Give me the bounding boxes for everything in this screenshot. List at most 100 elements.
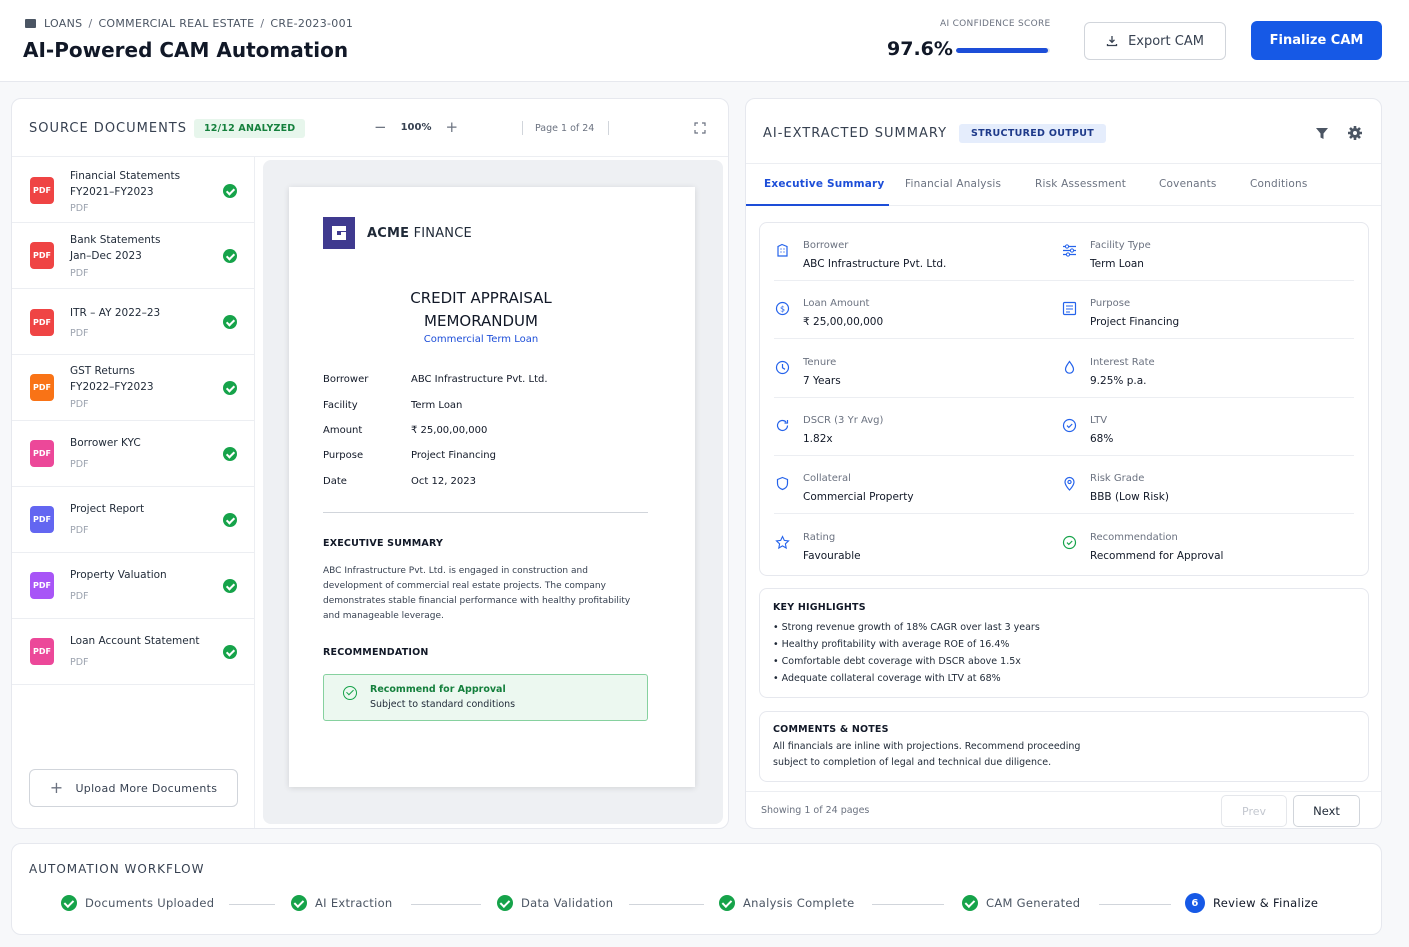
- source-documents-panel: SOURCE DOCUMENTS 12/12 ANALYZED − 100% +…: [11, 98, 729, 829]
- prev-button[interactable]: Prev: [1221, 795, 1287, 827]
- document-type: PDF: [70, 657, 89, 668]
- breadcrumb-item-category[interactable]: COMMERCIAL REAL ESTATE: [98, 17, 254, 30]
- step-label: Review & Finalize: [1213, 896, 1319, 910]
- workflow-step-documents-uploaded: Documents Uploaded: [61, 895, 214, 911]
- pdf-icon: PDF: [30, 309, 54, 336]
- upload-label: Upload More Documents: [75, 781, 218, 795]
- document-name: Loan Account Statement: [70, 635, 200, 647]
- summary-row: $ Loan Amount ₹ 25,00,00,000 Purpose Pro…: [760, 281, 1368, 339]
- document-item-project-report[interactable]: PDF Project Report PDF: [12, 487, 254, 553]
- pdf-icon: PDF: [30, 242, 54, 269]
- zoom-in-button[interactable]: +: [445, 120, 458, 135]
- analyzed-check-icon: [223, 447, 237, 461]
- document-item-loan-account-statement[interactable]: PDF Loan Account Statement PDF: [12, 619, 254, 685]
- memo-field-borrower: Borrower ABC Infrastructure Pvt. Ltd.: [323, 374, 548, 385]
- source-documents-title: SOURCE DOCUMENTS: [29, 121, 187, 136]
- divider: [323, 512, 648, 513]
- summary-row: Collateral Commercial Property Risk Grad…: [760, 456, 1368, 514]
- workflow-step-data-validation: Data Validation: [497, 895, 613, 911]
- workflow-title: AUTOMATION WORKFLOW: [29, 862, 205, 876]
- fullscreen-icon[interactable]: [694, 122, 706, 134]
- workflow-step-analysis-complete: Analysis Complete: [719, 895, 855, 911]
- structured-output-badge: STRUCTURED OUTPUT: [959, 124, 1107, 143]
- step-label: Documents Uploaded: [85, 896, 215, 910]
- document-item-bank-statements[interactable]: PDF Bank Statements Jan–Dec 2023 PDF: [12, 223, 254, 289]
- document-name: Borrower KYC: [70, 437, 141, 449]
- workflow-connector: [1099, 904, 1171, 905]
- shield-icon: [776, 476, 789, 491]
- check-circle-icon: [343, 686, 357, 700]
- memo-field-date: Date Oct 12, 2023: [323, 476, 476, 487]
- document-type: PDF: [70, 591, 89, 602]
- step-label: CAM Generated: [986, 896, 1081, 910]
- workflow-step-ai-extraction: AI Extraction: [291, 895, 393, 911]
- field-label: Interest Rate: [1090, 357, 1155, 368]
- step-complete-icon: [61, 895, 77, 911]
- building-icon: [777, 243, 788, 257]
- tab-covenants[interactable]: Covenants: [1159, 178, 1217, 190]
- document-type: PDF: [70, 268, 89, 279]
- step-complete-icon: [962, 895, 978, 911]
- step-label: Analysis Complete: [743, 896, 855, 910]
- zoom-controls: − 100% +: [374, 120, 458, 135]
- field-label: Purpose: [1090, 298, 1131, 309]
- analyzed-check-icon: [223, 249, 237, 263]
- executive-summary-heading: EXECUTIVE SUMMARY: [323, 538, 444, 549]
- field-value: BBB (Low Risk): [1090, 491, 1169, 503]
- gear-icon[interactable]: [1347, 125, 1363, 141]
- tab-risk-assessment[interactable]: Risk Assessment: [1035, 178, 1126, 190]
- upload-more-documents-button[interactable]: + Upload More Documents: [29, 769, 238, 807]
- key-highlights-title: KEY HIGHLIGHTS: [773, 602, 866, 613]
- next-button[interactable]: Next: [1293, 795, 1360, 827]
- analyzed-check-icon: [223, 381, 237, 395]
- export-cam-button[interactable]: Export CAM: [1084, 22, 1226, 60]
- field-value: ABC Infrastructure Pvt. Ltd.: [803, 258, 947, 270]
- confidence-bar: [956, 48, 1050, 53]
- page-title: AI-Powered CAM Automation: [23, 38, 349, 62]
- document-item-gst-returns[interactable]: PDF GST Returns FY2022–FY2023 PDF: [12, 355, 254, 421]
- step-complete-icon: [719, 895, 735, 911]
- document-item-itr[interactable]: PDF ITR – AY 2022–23 PDF: [12, 289, 254, 355]
- field-label: Rating: [803, 532, 836, 543]
- breadcrumb: LOANS / COMMERCIAL REAL ESTATE / CRE-202…: [25, 17, 353, 30]
- tab-conditions[interactable]: Conditions: [1250, 178, 1308, 190]
- field-value: Favourable: [803, 550, 861, 562]
- check-badge-icon: [1062, 418, 1077, 433]
- divider: [522, 121, 523, 135]
- document-list: PDF Financial Statements FY2021–FY2023 PD…: [12, 157, 255, 828]
- finalize-cam-button[interactable]: Finalize CAM: [1251, 21, 1382, 60]
- workflow-step-review-finalize[interactable]: 6 Review & Finalize: [1185, 893, 1318, 913]
- document-type: PDF: [70, 459, 89, 470]
- field-label: Borrower: [803, 240, 849, 251]
- field-value: 9.25% p.a.: [1090, 375, 1147, 387]
- tab-financial-analysis[interactable]: Financial Analysis: [905, 178, 1001, 190]
- field-value: Term Loan: [1090, 258, 1144, 270]
- document-name: Project Report: [70, 503, 145, 515]
- pdf-icon: PDF: [30, 506, 54, 533]
- document-item-financial-statements[interactable]: PDF Financial Statements FY2021–FY2023 PD…: [12, 157, 254, 223]
- document-item-property-valuation[interactable]: PDF Property Valuation PDF: [12, 553, 254, 619]
- confidence-bar-fill: [956, 48, 1048, 53]
- highlight-item: • Comfortable debt coverage with DSCR ab…: [773, 656, 1021, 667]
- tab-executive-summary[interactable]: Executive Summary: [764, 178, 884, 190]
- highlight-item: • Healthy profitability with average ROE…: [773, 639, 1010, 650]
- key-highlights-card: KEY HIGHLIGHTS • Strong revenue growth o…: [759, 588, 1369, 698]
- analyzed-check-icon: [223, 579, 237, 593]
- step-label: Data Validation: [521, 896, 614, 910]
- summary-row: Rating Favourable Recommendation Recomme…: [760, 515, 1368, 573]
- analyzed-badge: 12/12 ANALYZED: [194, 119, 306, 138]
- filter-icon[interactable]: [1315, 127, 1329, 140]
- confidence-value: 97.6%: [887, 38, 953, 60]
- document-item-borrower-kyc[interactable]: PDF Borrower KYC PDF: [12, 421, 254, 487]
- breadcrumb-item-loans[interactable]: LOANS: [44, 17, 82, 30]
- confidence-label: AI CONFIDENCE SCORE: [940, 19, 1051, 29]
- zoom-out-button[interactable]: −: [374, 120, 387, 135]
- document-type: PDF: [70, 203, 89, 214]
- document-type: PDF: [70, 525, 89, 536]
- page-indicator: Page 1 of 24: [535, 123, 595, 134]
- workflow-connector: [411, 904, 481, 905]
- field-label: Collateral: [803, 473, 851, 484]
- analyzed-check-icon: [223, 315, 237, 329]
- automation-workflow-panel: AUTOMATION WORKFLOW Documents Uploaded A…: [11, 843, 1382, 935]
- summary-card: Borrower ABC Infrastructure Pvt. Ltd. Fa…: [759, 222, 1369, 576]
